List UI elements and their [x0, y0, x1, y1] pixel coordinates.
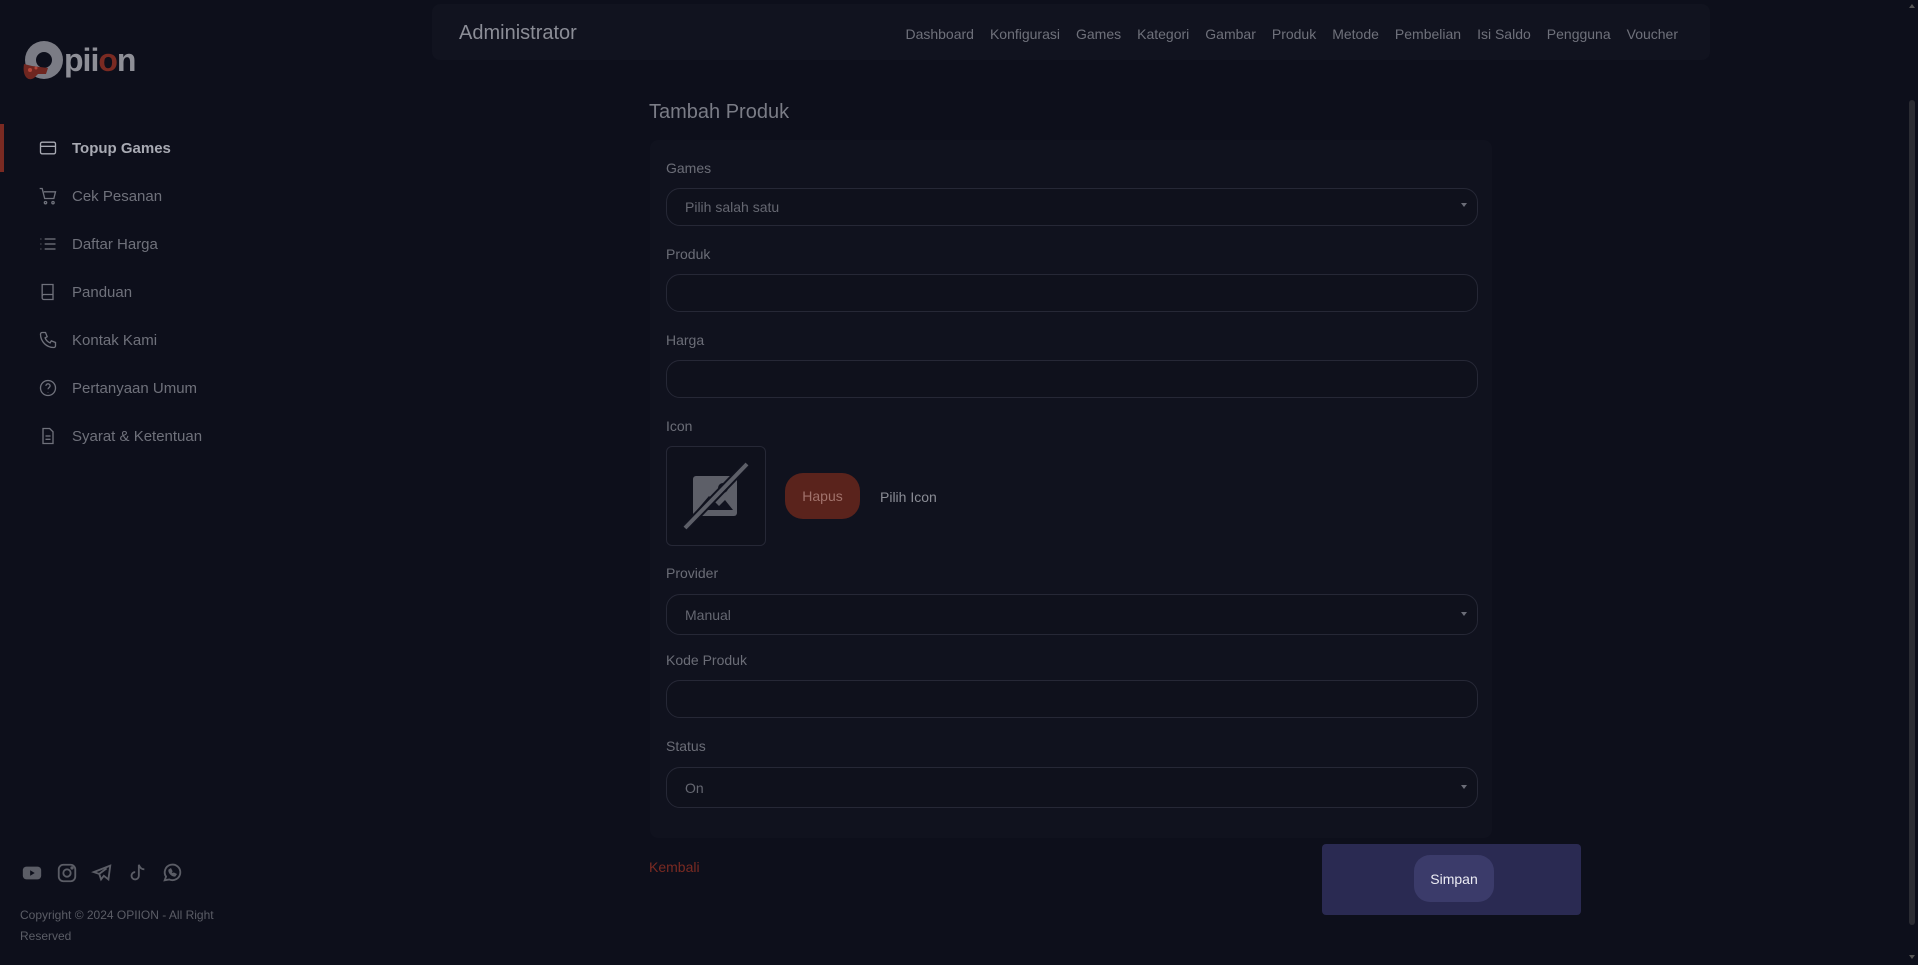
produk-input[interactable] — [666, 274, 1478, 312]
menu-dashboard[interactable]: Dashboard — [905, 26, 974, 42]
cart-icon — [39, 187, 57, 205]
scroll-down-icon[interactable] — [1909, 955, 1915, 959]
tiktok-icon[interactable] — [125, 862, 149, 884]
sidebar-item-syarat-ketentuan[interactable]: Syarat & Ketentuan — [0, 412, 250, 460]
no-image-icon — [682, 461, 750, 531]
page: piion Topup Games Cek Pesanan Daftar Har… — [0, 0, 1918, 965]
menu-pengguna[interactable]: Pengguna — [1547, 26, 1611, 42]
harga-input[interactable] — [666, 360, 1478, 398]
admin-title: Administrator — [459, 22, 577, 44]
status-select-value: On — [685, 779, 704, 796]
page-title: Tambah Produk — [649, 101, 790, 123]
sidebar-item-panduan[interactable]: Panduan — [0, 268, 250, 316]
menu-pembelian[interactable]: Pembelian — [1395, 26, 1461, 42]
provider-label: Provider — [666, 565, 719, 581]
admin-menu: Dashboard Konfigurasi Games Kategori Gam… — [905, 26, 1678, 42]
sidebar-item-label: Daftar Harga — [72, 235, 158, 253]
pilih-icon-button[interactable]: Pilih Icon — [880, 489, 937, 505]
credit-card-icon — [39, 141, 57, 155]
simpan-button[interactable]: Simpan — [1414, 855, 1494, 902]
harga-label: Harga — [666, 332, 705, 348]
menu-konfigurasi[interactable]: Konfigurasi — [990, 26, 1060, 42]
logo-text: piion — [64, 41, 136, 78]
question-icon — [39, 379, 57, 397]
provider-select-value: Manual — [685, 606, 731, 623]
sidebar-item-cek-pesanan[interactable]: Cek Pesanan — [0, 172, 250, 220]
sidebar-item-label: Pertanyaan Umum — [72, 379, 198, 397]
book-icon — [41, 283, 54, 301]
form-card — [650, 140, 1492, 838]
kode-produk-input[interactable] — [666, 680, 1478, 718]
sidebar-item-label: Topup Games — [72, 139, 171, 157]
menu-games[interactable]: Games — [1076, 26, 1121, 42]
menu-voucher[interactable]: Voucher — [1627, 26, 1678, 42]
gamepad-logo-icon — [20, 38, 64, 82]
chevron-down-icon — [1461, 785, 1467, 789]
sidebar-item-label: Cek Pesanan — [72, 187, 163, 205]
games-label: Games — [666, 160, 712, 176]
sidebar-item-topup-games[interactable]: Topup Games — [0, 124, 250, 172]
games-select[interactable]: Pilih salah satu — [666, 188, 1478, 226]
chevron-down-icon — [1461, 203, 1467, 207]
menu-produk[interactable]: Produk — [1272, 26, 1316, 42]
sidebar-item-label: Kontak Kami — [72, 331, 158, 349]
menu-gambar[interactable]: Gambar — [1205, 26, 1256, 42]
instagram-icon[interactable] — [55, 862, 79, 884]
status-select[interactable]: On — [666, 767, 1478, 808]
games-select-value: Pilih salah satu — [685, 199, 780, 215]
icon-preview — [666, 446, 766, 546]
menu-isi-saldo[interactable]: Isi Saldo — [1477, 26, 1531, 42]
icon-label: Icon — [666, 418, 693, 434]
social-links — [20, 862, 184, 884]
sidebar-item-label: Syarat & Ketentuan — [72, 427, 203, 445]
youtube-icon[interactable] — [20, 862, 44, 884]
whatsapp-icon[interactable] — [160, 862, 184, 884]
sidebar: piion Topup Games Cek Pesanan Daftar Har… — [0, 0, 250, 965]
sidebar-item-label: Panduan — [72, 283, 133, 301]
logo[interactable]: piion — [20, 38, 136, 82]
copyright-text: Copyright © 2024 OPIION - All Right Rese… — [20, 908, 214, 943]
list-icon — [40, 238, 56, 250]
scroll-up-icon[interactable] — [1909, 4, 1915, 8]
menu-kategori[interactable]: Kategori — [1137, 26, 1189, 42]
kembali-link[interactable]: Kembali — [649, 859, 700, 875]
sidebar-item-pertanyaan-umum[interactable]: Pertanyaan Umum — [0, 364, 250, 412]
sidebar-item-daftar-harga[interactable]: Daftar Harga — [0, 220, 250, 268]
status-label: Status — [666, 738, 706, 754]
kode-produk-label: Kode Produk — [666, 652, 747, 668]
document-icon — [42, 427, 54, 445]
chevron-down-icon — [1461, 612, 1467, 616]
telegram-icon[interactable] — [90, 862, 114, 884]
sidebar-item-kontak-kami[interactable]: Kontak Kami — [0, 316, 250, 364]
scrollbar-thumb[interactable] — [1909, 100, 1915, 925]
menu-metode[interactable]: Metode — [1332, 26, 1379, 42]
produk-label: Produk — [666, 246, 711, 262]
admin-topbar: Administrator Dashboard Konfigurasi Game… — [432, 4, 1710, 60]
sidebar-nav: Topup Games Cek Pesanan Daftar Harga Pan… — [0, 124, 250, 460]
hapus-button[interactable]: Hapus — [785, 473, 860, 519]
provider-select[interactable]: Manual — [666, 594, 1478, 635]
phone-icon — [39, 331, 57, 349]
